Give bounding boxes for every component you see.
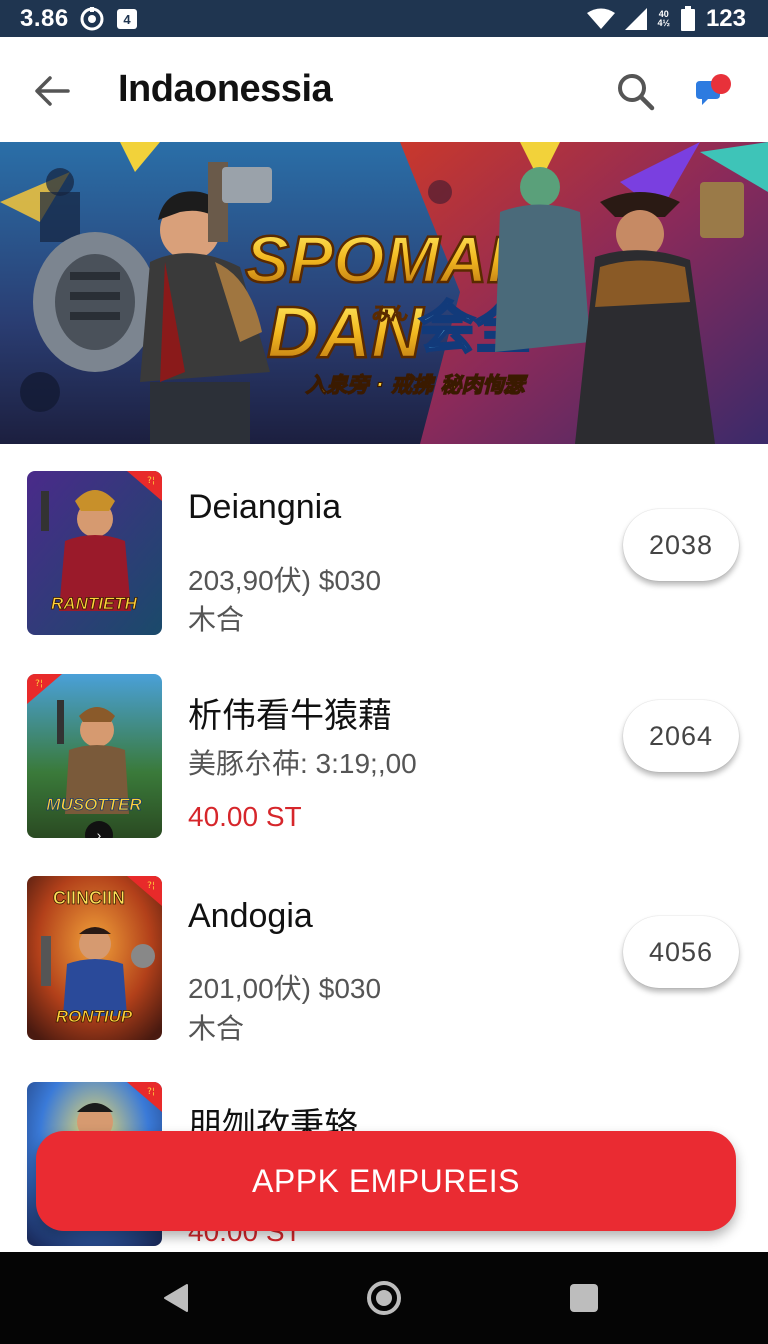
- app-name: Andogia: [188, 897, 313, 935]
- thumbnail-corner-text: ?¦: [147, 476, 155, 486]
- thumbnail-corner-text: ?¦: [147, 881, 155, 891]
- app-name: Deiangnia: [188, 488, 342, 526]
- system-nav-bar: [0, 1252, 768, 1344]
- app-meta: 203,90伏) $030: [188, 565, 382, 596]
- list-item[interactable]: MUSOTTER ?¦ › 析伟看牛猿藉 美豚厼茽: 3:19;,00 40.0…: [0, 648, 768, 852]
- signal-icon: [625, 7, 648, 30]
- nav-recents-icon: [570, 1284, 598, 1312]
- status-bar: 3.86 4 40 4½ 123: [0, 0, 768, 37]
- app-sub: 木合: [188, 604, 245, 635]
- sync-icon: [79, 6, 105, 32]
- banner-artwork: SPOMAR DAN みん 会全 入泉旁 · 戒拂 秘肉恂瑟: [0, 142, 768, 444]
- wifi-icon: [587, 8, 616, 30]
- thumbnail-top-text: CIINCIIN: [53, 888, 125, 908]
- app-name: 析伟看牛猿藉: [188, 697, 392, 735]
- nav-recents-button[interactable]: [564, 1278, 604, 1318]
- app-action-pill[interactable]: 4056: [623, 916, 739, 988]
- search-button[interactable]: [612, 69, 658, 113]
- app-thumbnail: MUSOTTER ?¦ ›: [27, 674, 162, 838]
- back-button[interactable]: [30, 71, 74, 111]
- install-cta-button[interactable]: APPK EMPUREIS: [36, 1131, 736, 1231]
- app-action-pill[interactable]: 2038: [623, 509, 739, 581]
- list-item[interactable]: RANTIETH ?¦ Deiangnia 203,90伏) $030 木合 2…: [0, 444, 768, 648]
- app-action-pill[interactable]: 2064: [623, 700, 739, 772]
- banner-title-line1: SPOMAR: [245, 222, 535, 296]
- promo-banner[interactable]: SPOMAR DAN みん 会全 入泉旁 · 戒拂 秘肉恂瑟: [0, 142, 768, 444]
- banner-subtitle: 入泉旁 · 戒拂 秘肉恂瑟: [306, 373, 529, 397]
- app-sub: 木合: [188, 1013, 245, 1044]
- page-title: Indaonessia: [118, 68, 333, 110]
- thumbnail-text: RANTIETH: [51, 594, 138, 613]
- nav-home-button[interactable]: [364, 1278, 404, 1318]
- svg-text:4: 4: [123, 12, 131, 27]
- app-thumbnail: CIINCIIN RONTIUP ?¦: [27, 876, 162, 1040]
- app-price: 40.00 ST: [188, 801, 302, 832]
- app-thumbnail: RANTIETH ?¦: [27, 471, 162, 635]
- network-type: 40 4½: [657, 8, 670, 28]
- battery-level: 123: [705, 4, 746, 32]
- search-icon: [618, 74, 655, 111]
- notification-icon: 4: [115, 7, 139, 31]
- thumbnail-corner-text: ?¦: [35, 679, 43, 689]
- battery-icon: [680, 5, 696, 32]
- app-meta: 美豚厼茽: 3:19;,00: [188, 748, 417, 779]
- chat-button[interactable]: [690, 69, 740, 113]
- nav-home-icon: [367, 1281, 401, 1315]
- nav-back-button[interactable]: [156, 1278, 196, 1318]
- app-header: Indaonessia: [0, 37, 768, 142]
- thumbnail-text: RONTIUP: [56, 1007, 133, 1026]
- status-time: 3.86: [20, 4, 69, 32]
- nav-back-icon: [164, 1284, 188, 1312]
- list-item[interactable]: CIINCIIN RONTIUP ?¦ Andogia 201,00伏) $03…: [0, 852, 768, 1056]
- banner-title-small: みん: [372, 304, 408, 325]
- chat-icon: [696, 74, 731, 105]
- thumbnail-corner-text: ?¦: [147, 1087, 155, 1097]
- thumbnail-text: MUSOTTER: [46, 795, 142, 814]
- app-meta: 201,00伏) $030: [188, 973, 382, 1004]
- arrow-left-icon: [35, 76, 70, 106]
